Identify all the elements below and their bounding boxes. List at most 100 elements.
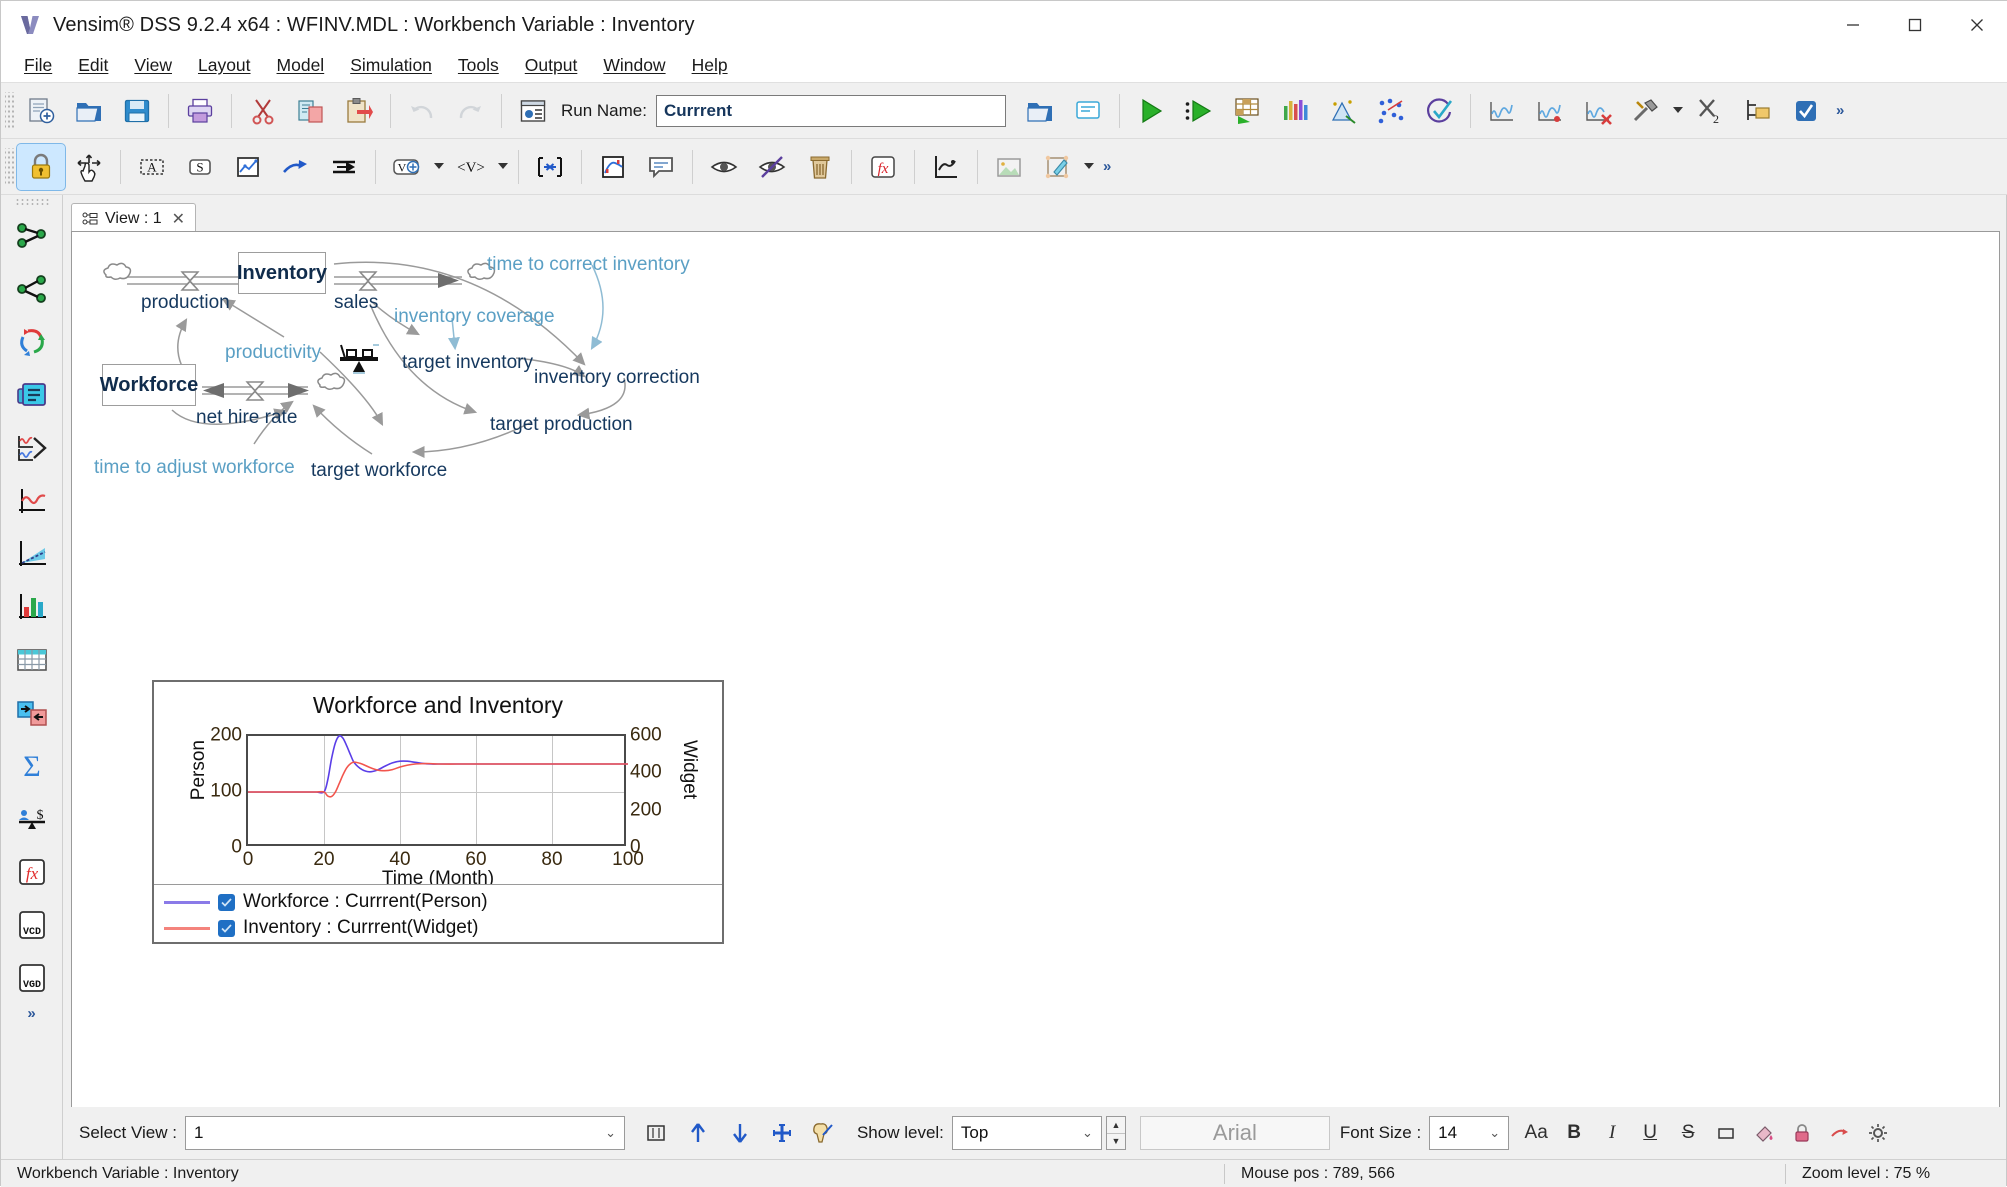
reality-check-icon[interactable] — [1415, 88, 1463, 134]
sensitivity-simulate-icon[interactable] — [1223, 88, 1271, 134]
simulation-setup-icon[interactable] — [509, 88, 557, 134]
stock-inventory[interactable]: Inventory — [237, 252, 327, 294]
clean-up-icon[interactable]: 2 — [1686, 88, 1734, 134]
hide-icon[interactable] — [748, 144, 796, 190]
show-level-stepper[interactable]: ▲ ▼ — [1105, 1116, 1126, 1150]
paste-icon[interactable] — [335, 88, 383, 134]
optimize-icon[interactable] — [1271, 88, 1319, 134]
aux-time-to-adjust-workforce[interactable]: time to adjust workforce — [94, 457, 295, 479]
main-toolbar-overflow[interactable]: » — [1830, 102, 1850, 119]
legend-row-workforce[interactable]: Workforce : Currrent(Person) — [160, 889, 722, 915]
move-up-icon[interactable] — [677, 1112, 719, 1154]
change-case-button[interactable]: Aa — [1517, 1114, 1555, 1152]
arrow-icon[interactable] — [272, 144, 320, 190]
select-view-dropdown[interactable]: 1 ⌄ — [184, 1116, 625, 1150]
output-compare-icon[interactable] — [1526, 88, 1574, 134]
sidebar-item-graph[interactable] — [6, 475, 58, 527]
calibration-icon[interactable] — [1319, 88, 1367, 134]
menu-view[interactable]: View — [121, 52, 185, 79]
tab-view-1[interactable]: View : 1 ✕ — [71, 203, 197, 233]
menu-output[interactable]: Output — [512, 52, 591, 79]
sidebar-item-sensitivity-graph[interactable] — [6, 528, 58, 580]
tools-options-icon[interactable] — [1622, 88, 1670, 134]
merge-icon[interactable] — [526, 144, 574, 190]
arrow-style-button[interactable] — [1821, 1114, 1859, 1152]
model-canvas[interactable]: Inventory Workforce production sales net… — [71, 231, 2000, 1113]
undo-icon[interactable] — [398, 88, 446, 134]
print-icon[interactable] — [176, 88, 224, 134]
graph-sketch-icon[interactable] — [224, 144, 272, 190]
variable-select-chevron-down-icon[interactable] — [495, 144, 511, 190]
menu-window[interactable]: Window — [590, 52, 678, 79]
legend-checkbox-workforce[interactable] — [218, 893, 235, 911]
sidebar-item-causes-strip[interactable] — [6, 422, 58, 474]
sidebar-item-equation-tool[interactable]: fx — [6, 846, 58, 898]
stepper-down-icon[interactable]: ▼ — [1107, 1134, 1125, 1150]
move-down-icon[interactable] — [719, 1112, 761, 1154]
redo-icon[interactable] — [446, 88, 494, 134]
sketch-toolbar-overflow[interactable]: » — [1097, 158, 1117, 175]
sidebar-item-statistics[interactable]: Σ — [6, 740, 58, 792]
rate-flow-icon[interactable] — [320, 144, 368, 190]
sidebar-grip[interactable] — [14, 198, 49, 207]
delete-run-icon[interactable] — [1574, 88, 1622, 134]
tools-options-chevron-down-icon[interactable] — [1670, 88, 1686, 134]
new-model-icon[interactable] — [17, 88, 65, 134]
bold-button[interactable]: B — [1555, 1114, 1593, 1152]
sidebar-item-vgd[interactable]: VGD — [6, 952, 58, 1004]
sidebar-item-loops[interactable] — [6, 316, 58, 368]
italic-button[interactable]: I — [1593, 1114, 1631, 1152]
text-box-icon[interactable]: A — [128, 144, 176, 190]
aux-productivity[interactable]: productivity — [225, 342, 321, 364]
aux-target-production[interactable]: target production — [490, 414, 633, 436]
input-output-icon[interactable] — [589, 144, 637, 190]
sidebar-item-document[interactable] — [6, 369, 58, 421]
delete-icon[interactable] — [796, 144, 844, 190]
sidebar-item-causes-tree[interactable] — [6, 210, 58, 262]
sidebar-item-uses-tree[interactable] — [6, 263, 58, 315]
add-view-icon[interactable] — [761, 1112, 803, 1154]
strikethrough-button[interactable]: S — [1669, 1114, 1707, 1152]
menu-simulation[interactable]: Simulation — [337, 52, 445, 79]
run-name-input[interactable] — [655, 94, 1006, 127]
font-name-field[interactable]: Arial — [1139, 1116, 1330, 1150]
run-notes-icon[interactable] — [1064, 88, 1112, 134]
package-model-icon[interactable] — [1734, 88, 1782, 134]
show-level-dropdown[interactable]: Top ⌄ — [951, 1116, 1102, 1150]
graph-panel[interactable]: Workforce and Inventory Person Widget Ti… — [152, 680, 724, 944]
close-button[interactable] — [1946, 1, 2007, 49]
sidebar-item-units-check[interactable]: $ — [6, 793, 58, 845]
fit-view-icon[interactable] — [635, 1112, 677, 1154]
variable-add-icon[interactable]: V — [383, 144, 431, 190]
sketch-edit-icon[interactable] — [1033, 144, 1081, 190]
sidebar-item-bar-graph[interactable] — [6, 581, 58, 633]
aux-time-to-correct-inventory[interactable]: time to correct inventory — [487, 254, 690, 276]
menu-help[interactable]: Help — [679, 52, 741, 79]
output-graph-icon[interactable] — [1478, 88, 1526, 134]
aux-inventory-coverage[interactable]: inventory coverage — [394, 306, 555, 328]
legend-row-inventory[interactable]: Inventory : Currrent(Widget) — [160, 915, 722, 941]
flow-label-sales[interactable]: sales — [334, 292, 378, 314]
sketch-edit-chevron-down-icon[interactable] — [1081, 144, 1097, 190]
cut-icon[interactable] — [239, 88, 287, 134]
sidebar-overflow[interactable]: » — [21, 1005, 41, 1022]
menu-layout[interactable]: Layout — [185, 52, 264, 79]
minimize-button[interactable] — [1822, 1, 1884, 49]
tab-close-icon[interactable]: ✕ — [172, 209, 185, 229]
paint-view-icon[interactable] — [803, 1112, 845, 1154]
variable-select-icon[interactable]: <V> — [447, 144, 495, 190]
font-size-dropdown[interactable]: 14 ⌄ — [1429, 1116, 1510, 1150]
sketch-toolbar-grip[interactable] — [5, 147, 15, 186]
open-run-icon[interactable] — [1016, 88, 1064, 134]
aux-target-inventory[interactable]: target inventory — [402, 352, 533, 374]
open-model-icon[interactable] — [65, 88, 113, 134]
check-model-icon[interactable] — [1782, 88, 1830, 134]
legend-checkbox-inventory[interactable] — [218, 919, 235, 937]
maximize-button[interactable] — [1884, 1, 1946, 49]
fill-color-button[interactable] — [1745, 1114, 1783, 1152]
variable-add-chevron-down-icon[interactable] — [431, 144, 447, 190]
menu-model[interactable]: Model — [264, 52, 338, 79]
monte-carlo-icon[interactable] — [1367, 88, 1415, 134]
reference-modes-icon[interactable] — [922, 144, 970, 190]
move-size-icon[interactable] — [65, 144, 113, 190]
